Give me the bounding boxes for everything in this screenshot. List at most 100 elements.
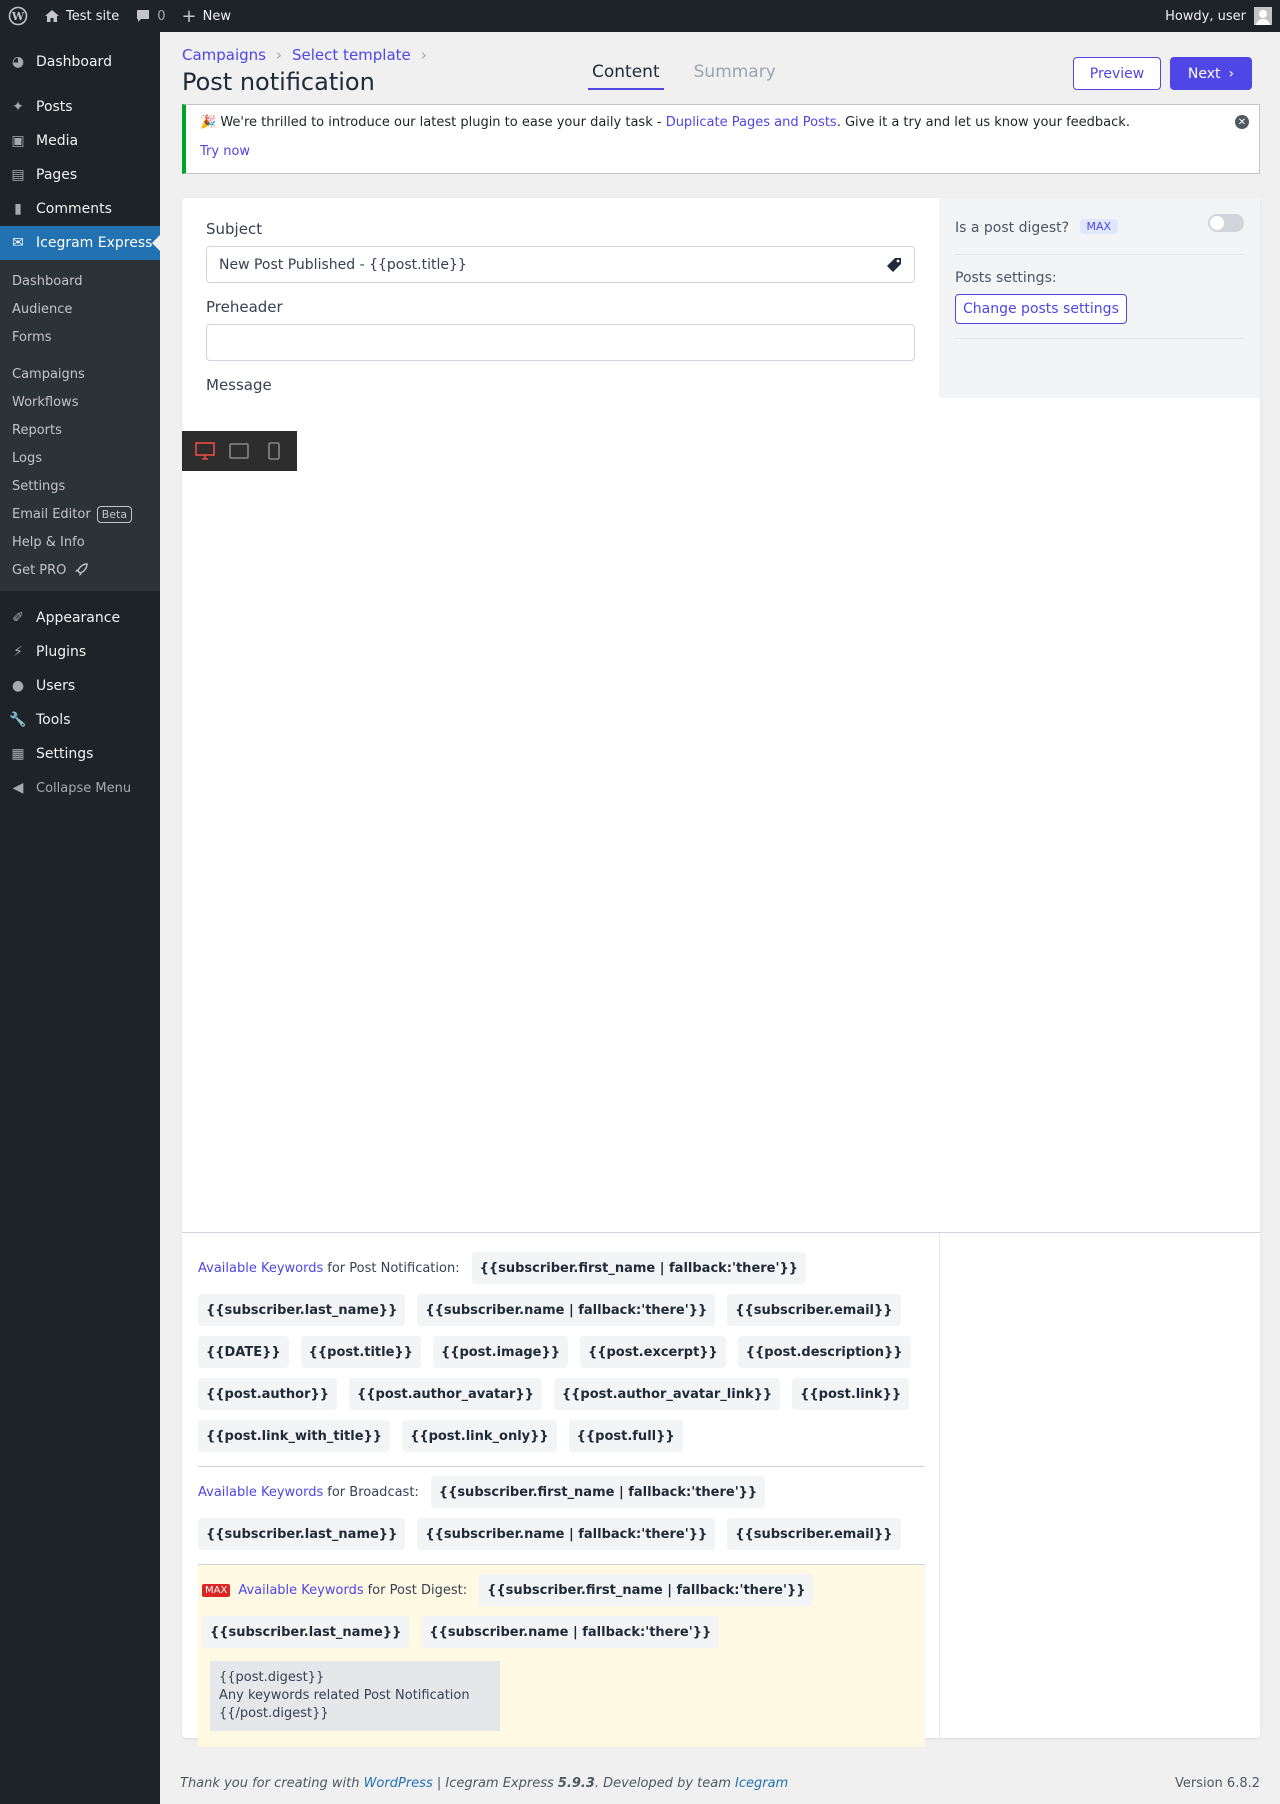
- keyword-chip[interactable]: {{subscriber.first_name | fallback:'ther…: [430, 1476, 766, 1508]
- breadcrumb: Campaigns › Select template ›: [182, 46, 427, 64]
- mobile-view-button[interactable]: [263, 442, 285, 460]
- subject-input[interactable]: New Post Published - {{post.title}}: [206, 246, 915, 283]
- site-name-menu[interactable]: Test site: [36, 0, 127, 32]
- keyword-chip[interactable]: {{post.author}}: [198, 1378, 337, 1410]
- available-keywords-link[interactable]: Available Keywords: [198, 1485, 323, 1500]
- keyword-chip[interactable]: {{post.title}}: [300, 1336, 421, 1368]
- submenu-item-audience[interactable]: Audience: [0, 295, 160, 323]
- available-keywords-link[interactable]: Available Keywords: [238, 1583, 363, 1598]
- keyword-chip[interactable]: {{subscriber.name | fallback:'there'}}: [421, 1616, 720, 1648]
- keyword-chip[interactable]: {{post.author_avatar_link}}: [553, 1378, 781, 1410]
- icegram-link[interactable]: Icegram: [735, 1776, 788, 1791]
- submenu-item-get-pro[interactable]: Get PRO: [0, 556, 160, 584]
- keyword-chip[interactable]: {{subscriber.last_name}}: [198, 1294, 406, 1326]
- breadcrumb-campaigns[interactable]: Campaigns: [182, 46, 266, 64]
- duplicate-pages-link[interactable]: Duplicate Pages and Posts: [666, 115, 837, 130]
- new-content-menu[interactable]: + New: [174, 0, 239, 32]
- menu-item-settings[interactable]: ▦ Settings: [0, 737, 160, 771]
- menu-item-tools[interactable]: 🔧 Tools: [0, 703, 160, 737]
- keyword-chip[interactable]: {{post.excerpt}}: [579, 1336, 726, 1368]
- tablet-view-button[interactable]: [228, 442, 250, 460]
- submenu-item-reports[interactable]: Reports: [0, 416, 160, 444]
- close-icon[interactable]: ✕: [1235, 115, 1249, 129]
- submenu-label: Workflows: [12, 394, 79, 410]
- post-digest-keywords: MAX Available Keywords for Post Digest: …: [198, 1565, 925, 1747]
- keyword-chip[interactable]: {{subscriber.email}}: [727, 1294, 901, 1326]
- submenu-item-logs[interactable]: Logs: [0, 444, 160, 472]
- menu-item-media[interactable]: ▣ Media: [0, 124, 160, 158]
- comment-icon: ▮: [14, 201, 22, 217]
- submenu-item-forms[interactable]: Forms: [0, 323, 160, 351]
- party-popper-icon: 🎉: [200, 115, 217, 130]
- next-button[interactable]: Next ›: [1170, 57, 1252, 90]
- preview-button[interactable]: Preview: [1073, 57, 1161, 90]
- keyword-group-label: for Post Notification:: [327, 1260, 460, 1276]
- keyword-group-label: for Broadcast:: [327, 1484, 419, 1500]
- plugin-version: 5.9.3: [557, 1776, 595, 1791]
- keyword-chip[interactable]: {{post.link_with_title}}: [198, 1420, 391, 1452]
- footer-text: . Developed by team: [594, 1776, 736, 1791]
- change-posts-settings-button[interactable]: Change posts settings: [955, 294, 1127, 324]
- try-now-link[interactable]: Try now: [200, 144, 250, 159]
- menu-label: Pages: [36, 167, 78, 183]
- settings-panel: Is a post digest? MAX Posts settings: Ch…: [939, 198, 1260, 398]
- menu-item-icegram-express[interactable]: ✉ Icegram Express: [0, 226, 160, 260]
- keyword-chip[interactable]: {{subscriber.name | fallback:'there'}}: [417, 1518, 716, 1550]
- wordpress-link[interactable]: WordPress: [364, 1776, 433, 1791]
- menu-item-pages[interactable]: ▤ Pages: [0, 158, 160, 192]
- digest-code-block[interactable]: {{post.digest}} Any keywords related Pos…: [210, 1661, 500, 1731]
- my-account-menu[interactable]: Howdy, user: [1165, 7, 1280, 25]
- pin-icon: ✦: [12, 99, 24, 115]
- keyword-chip[interactable]: {{post.link}}: [792, 1378, 910, 1410]
- notice-text-after: . Give it a try and let us know your fee…: [836, 115, 1130, 130]
- menu-item-dashboard[interactable]: ◕ Dashboard: [0, 45, 160, 79]
- submenu-item-settings[interactable]: Settings: [0, 472, 160, 500]
- menu-item-appearance[interactable]: ✐ Appearance: [0, 601, 160, 635]
- comments-menu[interactable]: 0: [127, 0, 173, 32]
- divider: [955, 338, 1244, 339]
- submenu-item-email-editor[interactable]: Email Editor Beta: [0, 500, 160, 528]
- pages-icon: ▤: [11, 167, 25, 183]
- keyword-chip[interactable]: {{post.link_only}}: [402, 1420, 557, 1452]
- submenu-label: Logs: [12, 450, 42, 466]
- keyword-chip[interactable]: {{post.full}}: [568, 1420, 683, 1452]
- tab-content[interactable]: Content: [588, 62, 664, 90]
- tab-summary[interactable]: Summary: [690, 62, 780, 90]
- mobile-icon: [268, 442, 280, 460]
- menu-item-comments[interactable]: ▮ Comments: [0, 192, 160, 226]
- preheader-input[interactable]: [206, 324, 915, 361]
- menu-item-posts[interactable]: ✦ Posts: [0, 90, 160, 124]
- comment-bubble-icon: [137, 10, 150, 22]
- keyword-chip[interactable]: {{subscriber.first_name | fallback:'ther…: [471, 1252, 806, 1284]
- menu-label: Tools: [36, 712, 71, 728]
- keyword-chip[interactable]: {{post.image}}: [432, 1336, 568, 1368]
- keyword-chip[interactable]: {{post.description}}: [737, 1336, 911, 1368]
- keyword-chip[interactable]: {{DATE}}: [198, 1336, 289, 1368]
- keyword-chip[interactable]: {{subscriber.last_name}}: [198, 1518, 406, 1550]
- desktop-view-button[interactable]: [194, 442, 216, 460]
- wp-logo-menu[interactable]: W: [0, 0, 36, 32]
- wrench-icon: 🔧: [9, 712, 27, 728]
- keyword-chip[interactable]: {{subscriber.email}}: [727, 1518, 901, 1550]
- broadcast-keywords: Available Keywords for Broadcast: {{subs…: [198, 1471, 925, 1555]
- submenu-item-workflows[interactable]: Workflows: [0, 388, 160, 416]
- submenu-label: Campaigns: [12, 366, 85, 382]
- keyword-chip[interactable]: {{subscriber.name | fallback:'there'}}: [417, 1294, 716, 1326]
- submenu-item-campaigns[interactable]: Campaigns: [0, 360, 160, 388]
- menu-item-plugins[interactable]: ⚡ Plugins: [0, 635, 160, 669]
- divider: [198, 1466, 925, 1467]
- wordpress-logo-icon: W: [8, 6, 28, 26]
- breadcrumb-select-template[interactable]: Select template: [292, 46, 411, 64]
- menu-item-users[interactable]: ● Users: [0, 669, 160, 703]
- keyword-chip[interactable]: {{subscriber.first_name | fallback:'ther…: [479, 1574, 814, 1606]
- keyword-chip[interactable]: {{post.author_avatar}}: [349, 1378, 542, 1410]
- email-editor-canvas[interactable]: [182, 431, 1260, 1233]
- digest-row: Is a post digest? MAX: [955, 219, 1119, 236]
- keyword-chip[interactable]: {{subscriber.last_name}}: [202, 1616, 410, 1648]
- submenu-item-dashboard[interactable]: Dashboard: [0, 267, 160, 295]
- tag-icon[interactable]: [886, 257, 902, 273]
- available-keywords-link[interactable]: Available Keywords: [198, 1261, 323, 1276]
- collapse-menu-button[interactable]: ◀ Collapse Menu: [0, 771, 160, 805]
- post-digest-toggle[interactable]: [1208, 214, 1244, 232]
- submenu-item-help[interactable]: Help & Info: [0, 528, 160, 556]
